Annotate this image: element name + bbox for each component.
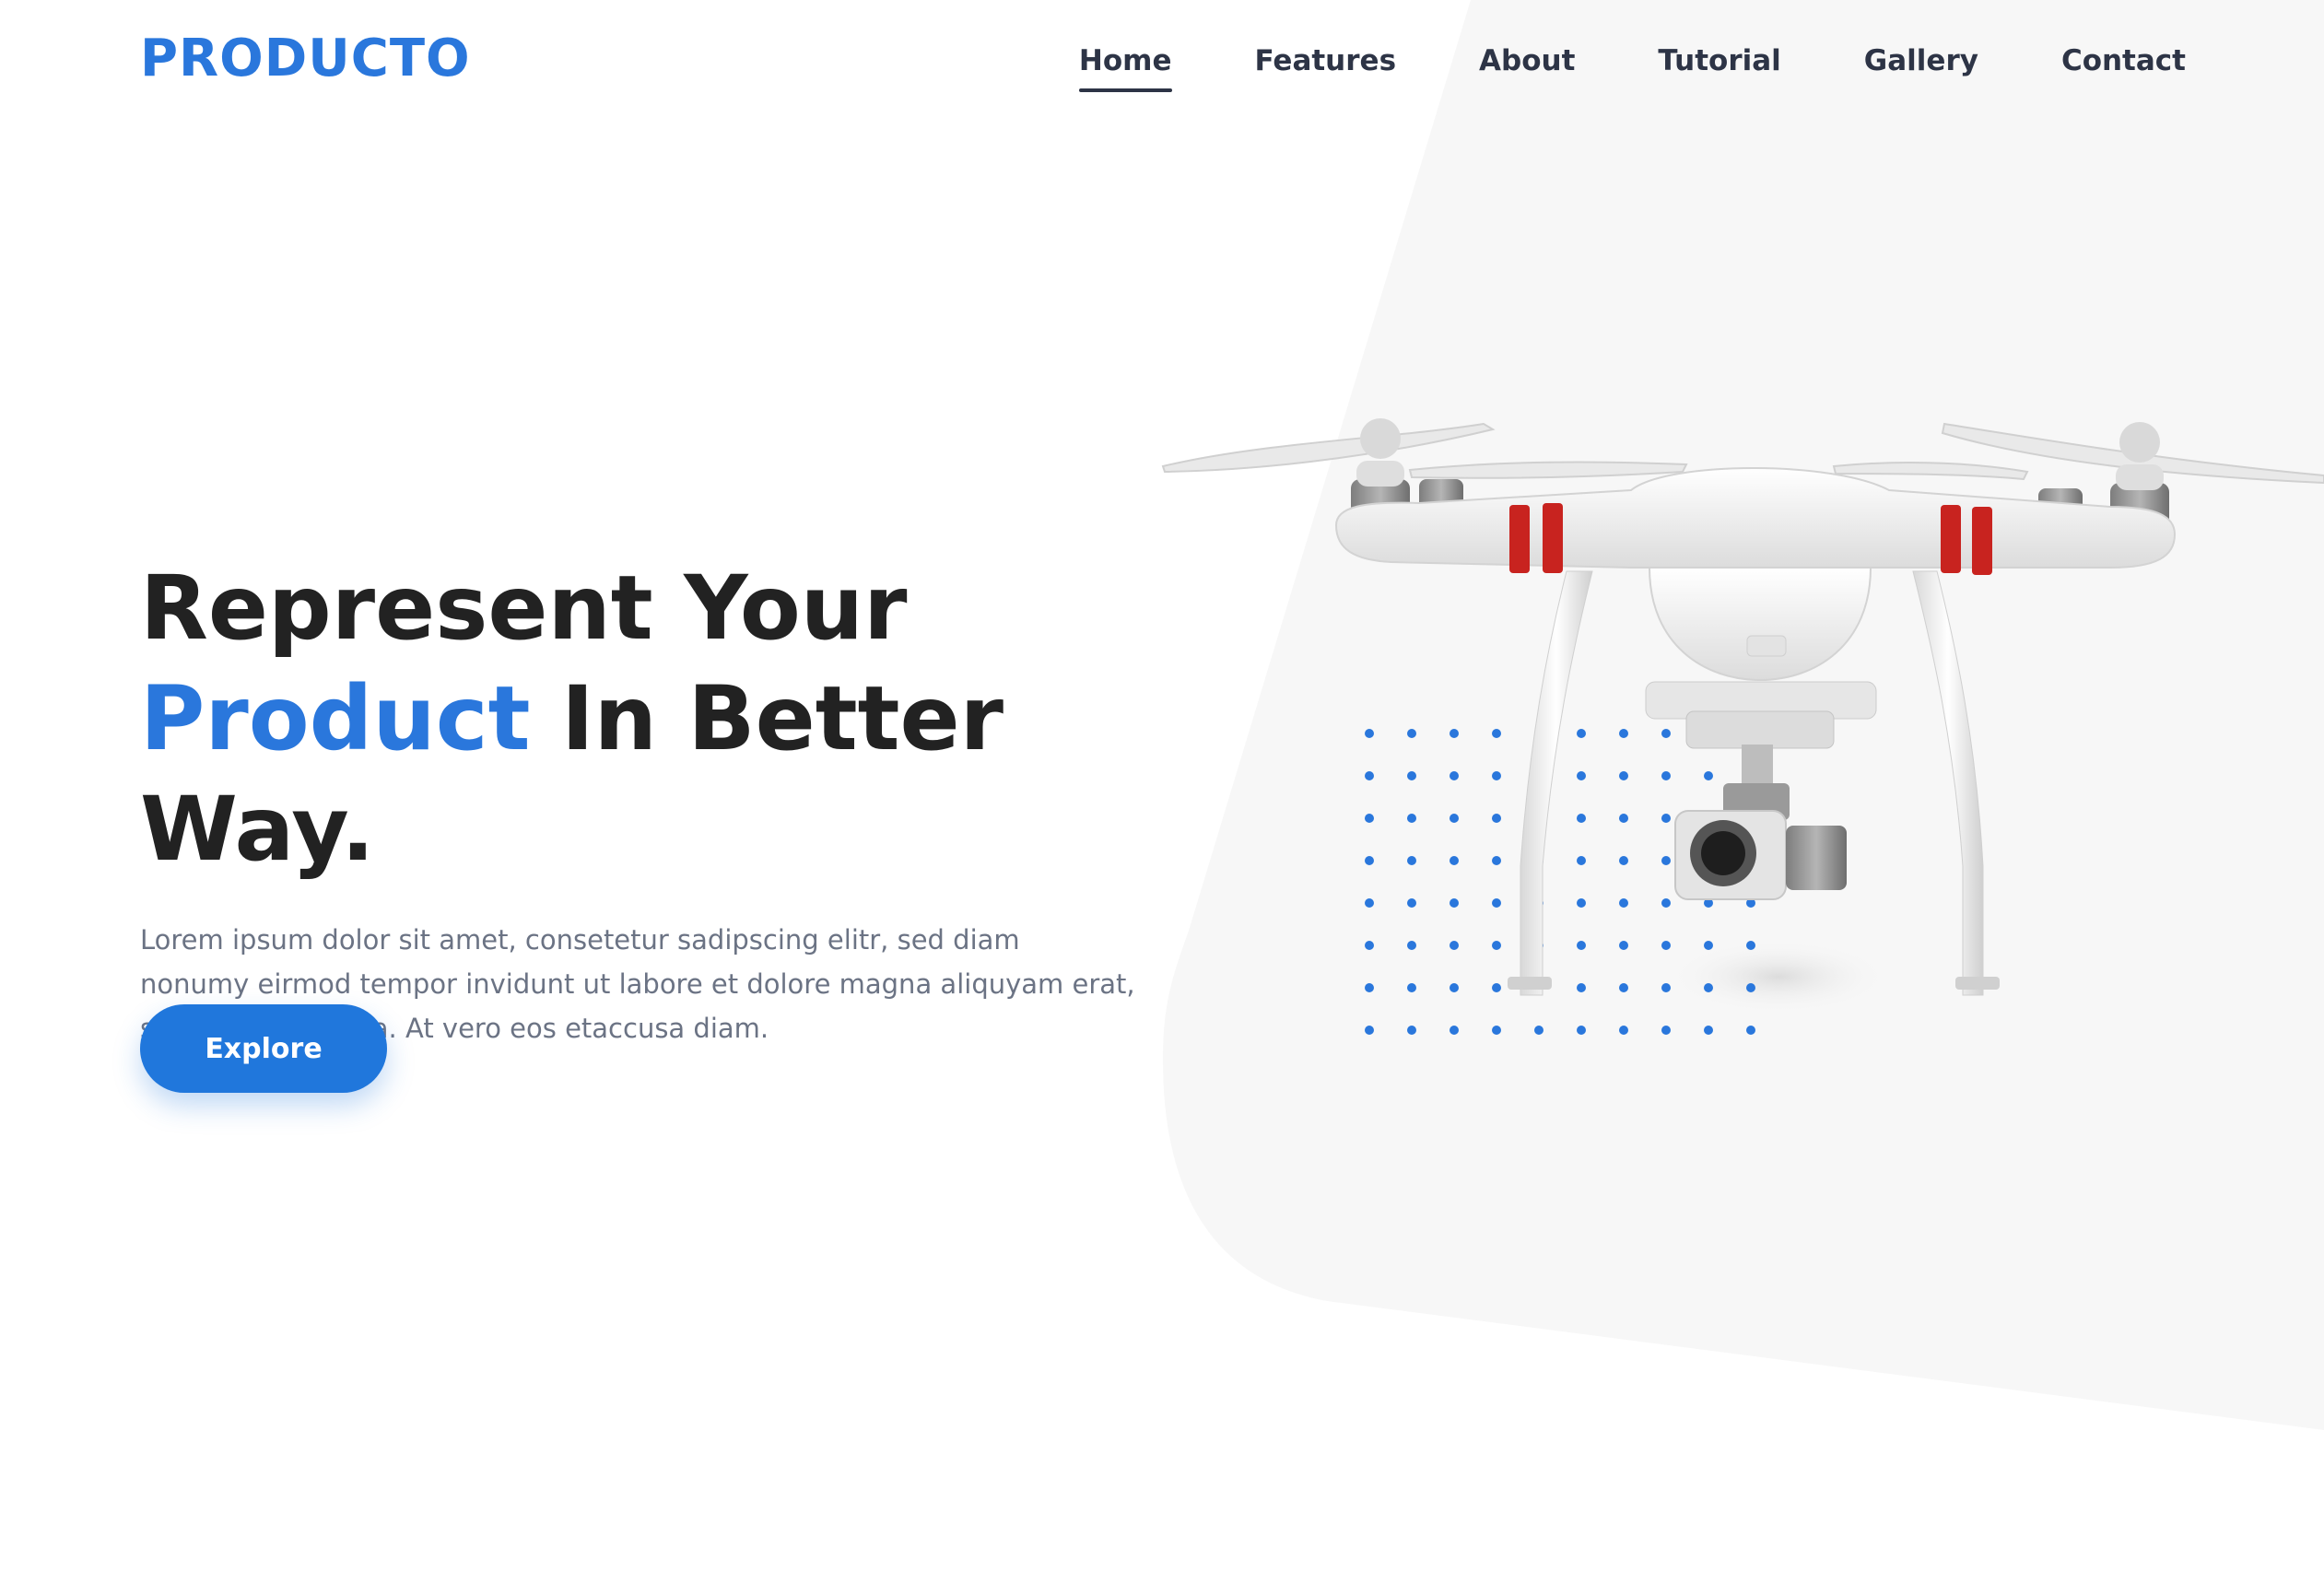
nav-item-tutorial[interactable]: Tutorial <box>1658 37 1780 85</box>
hero-title-highlight: Product <box>140 667 531 770</box>
hero-title: Represent Your Product In Better Way. <box>140 553 1191 885</box>
nav-item-contact[interactable]: Contact <box>2061 37 2186 85</box>
landing-page: PRODUCTO Home Features About Tutorial Ga… <box>0 0 2324 1583</box>
drone-product-image <box>1161 418 2324 1035</box>
top-navbar: PRODUCTO Home Features About Tutorial Ga… <box>0 0 2324 129</box>
nav-item-home[interactable]: Home <box>1078 37 1172 92</box>
nav-menu: Home Features About Tutorial Gallery Con… <box>1078 37 2186 92</box>
brand-logo[interactable]: PRODUCTO <box>140 26 471 92</box>
nav-item-features[interactable]: Features <box>1255 37 1397 85</box>
nav-item-gallery[interactable]: Gallery <box>1864 37 1978 85</box>
explore-button[interactable]: Explore <box>140 1004 387 1093</box>
hero-section: Represent Your Product In Better Way. Lo… <box>140 553 1191 1050</box>
nav-item-about[interactable]: About <box>1479 37 1575 85</box>
hero-title-line1: Represent Your <box>140 557 908 660</box>
